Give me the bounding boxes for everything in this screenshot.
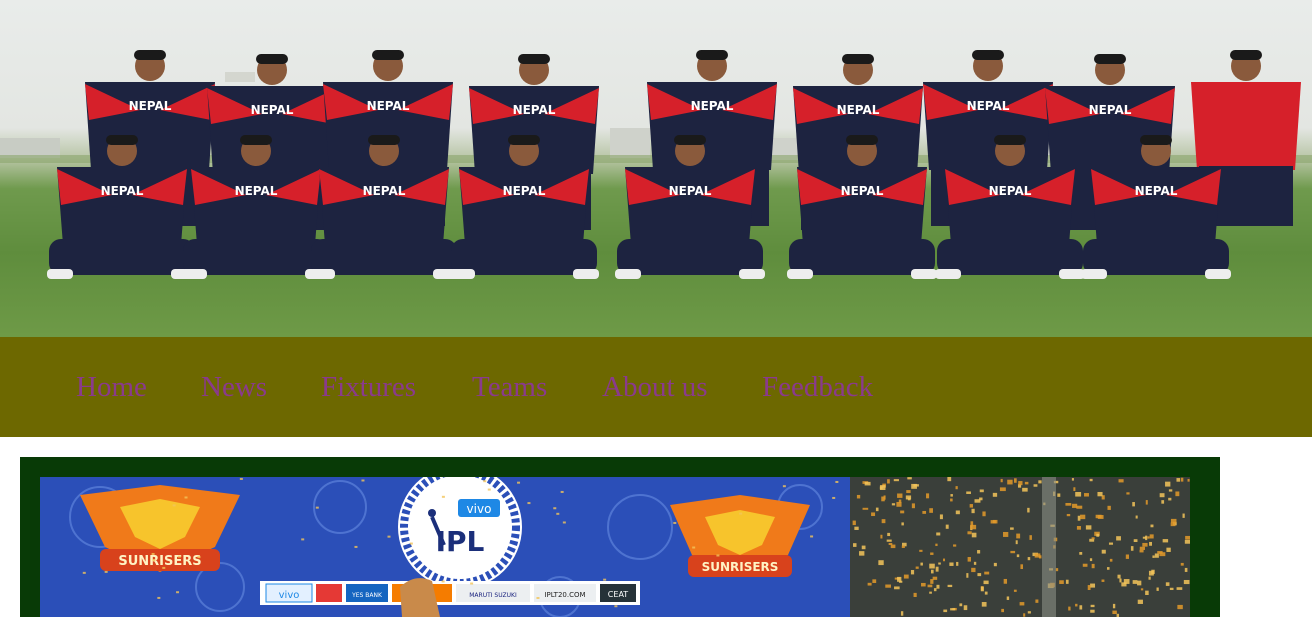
feature-frame: SUNRISERS vivo IPL SUNRISERS vivo YES BA…	[20, 457, 1220, 617]
svg-text:YES BANK: YES BANK	[351, 592, 383, 599]
svg-text:SUNRISERS: SUNRISERS	[118, 554, 201, 569]
nepal-team-photo: NEPAL NEPAL NEPAL NEPAL NEPAL NEPAL NEPAL NEPAL…	[0, 50, 1312, 279]
jersey-text: NEPAL	[837, 103, 880, 117]
jersey-text: NEPAL	[669, 184, 712, 198]
svg-text:IPLT20.COM: IPLT20.COM	[544, 591, 585, 599]
jersey-text: NEPAL	[967, 99, 1010, 113]
sponsor-strip: vivo YES BANK MARUTI SUZUKI IPLT20.COM C…	[260, 581, 640, 605]
nav-link-home[interactable]: Home	[76, 369, 147, 405]
sunrisers-logo-left: SUNRISERS	[80, 485, 240, 572]
nav-link-feedback[interactable]: Feedback	[762, 369, 873, 405]
nav-link-fixtures[interactable]: Fixtures	[321, 369, 416, 405]
jersey-text: NEPAL	[841, 184, 884, 198]
main-nav: Home News Fixtures Teams About us Feedba…	[0, 337, 1312, 437]
jersey-text: NEPAL	[251, 103, 294, 117]
jersey-text: NEPAL	[367, 99, 410, 113]
svg-text:SUNRISERS: SUNRISERS	[702, 560, 779, 574]
svg-text:CEAT: CEAT	[608, 590, 628, 599]
jersey-text: NEPAL	[691, 99, 734, 113]
sunrisers-logo-right: SUNRISERS	[670, 495, 810, 577]
ipl-celebration-photo: SUNRISERS vivo IPL SUNRISERS vivo YES BA…	[40, 477, 1190, 617]
jersey-text: NEPAL	[101, 184, 144, 198]
svg-text:vivo: vivo	[279, 590, 300, 601]
nav-link-news[interactable]: News	[201, 369, 267, 405]
svg-text:vivo: vivo	[467, 502, 492, 516]
svg-text:MARUTI SUZUKI: MARUTI SUZUKI	[469, 592, 517, 599]
nav-link-about-us[interactable]: About us	[602, 369, 708, 405]
jersey-text: NEPAL	[235, 184, 278, 198]
jersey-text: NEPAL	[513, 103, 556, 117]
jersey-text: NEPAL	[129, 99, 172, 113]
jersey-text: NEPAL	[503, 184, 546, 198]
team-photo-banner: NEPAL NEPAL NEPAL NEPAL NEPAL NEPAL NEPAL NEPAL…	[0, 0, 1312, 337]
nav-link-teams[interactable]: Teams	[472, 369, 547, 405]
jersey-text: NEPAL	[1135, 184, 1178, 198]
jersey-text: NEPAL	[989, 184, 1032, 198]
jersey-text: NEPAL	[363, 184, 406, 198]
jersey-text: NEPAL	[1089, 103, 1132, 117]
